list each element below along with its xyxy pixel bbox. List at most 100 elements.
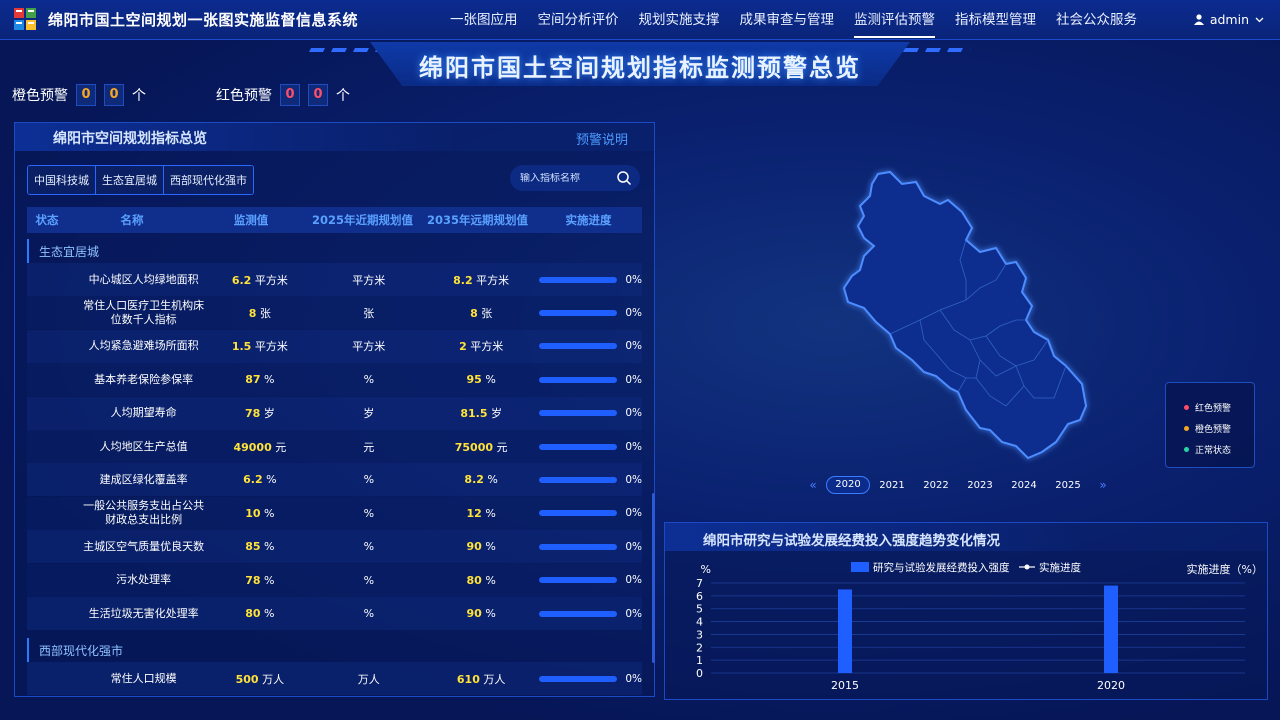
plan-2025-value: 元 xyxy=(363,440,375,454)
plan-2035-unit: 平方米 xyxy=(476,273,510,287)
scrollbar[interactable] xyxy=(652,493,655,663)
tab-tech-city[interactable]: 中国科技城 xyxy=(28,166,96,194)
plan-2035-value: 90 % xyxy=(425,540,537,553)
group-heading: 西部现代化强市 xyxy=(27,638,642,663)
chart-panel-header: 绵阳市研究与试验发展经费投入强度趋势变化情况 xyxy=(665,523,1267,551)
monitor-number: 87 xyxy=(245,373,261,387)
column-header[interactable]: 状态 xyxy=(27,212,67,228)
table-row[interactable]: 人均紧急避难场所面积 1.5 平方米 平方米 2 平方米 0% xyxy=(27,329,642,363)
progress-bar xyxy=(539,577,618,584)
city-tabs: 中国科技城 生态宜居城 西部现代化强市 xyxy=(27,165,254,195)
progress-cell: 0% xyxy=(537,441,642,453)
monitor-number: 6.2 xyxy=(243,473,263,487)
nav-item-plan-support[interactable]: 规划实施支撑 xyxy=(629,0,730,40)
column-header[interactable]: 实施进度 xyxy=(535,212,642,228)
year-item[interactable]: 2020 xyxy=(826,476,870,494)
year-item[interactable]: 2021 xyxy=(870,480,914,491)
bar xyxy=(1104,585,1118,673)
column-header[interactable]: 2025年近期规划值 xyxy=(305,212,420,228)
table-row[interactable]: 常住人口规模 500 万人 万人 610 万人 0% xyxy=(27,662,642,696)
tab-west-city[interactable]: 西部现代化强市 xyxy=(164,166,253,194)
legend-item-normal: 正常状态 xyxy=(1184,439,1254,460)
table-row[interactable]: 一般公共服务支出占公共财政总支出比例 10 %% 12 % 0% xyxy=(27,496,642,530)
orange-digit: 0 xyxy=(104,84,124,106)
year-item[interactable]: 2023 xyxy=(958,480,1002,491)
monitor-value: 85 % xyxy=(207,540,313,553)
monitor-value: 500 万人 xyxy=(207,671,313,687)
search-input[interactable] xyxy=(520,172,610,184)
plan-2035-value: 2 平方米 xyxy=(425,338,537,354)
plan-2035-number: 8.2 xyxy=(453,273,473,287)
user-menu[interactable]: admin xyxy=(1193,12,1264,27)
plan-2035-number: 90 xyxy=(466,607,482,620)
nav-item-review[interactable]: 成果审查与管理 xyxy=(730,0,845,40)
year-item[interactable]: 2022 xyxy=(914,480,958,491)
district-map[interactable] xyxy=(820,160,1110,470)
nav-item-monitoring[interactable]: 监测评估预警 xyxy=(844,0,945,40)
plan-2035-number: 80 xyxy=(466,573,482,587)
year-item[interactable]: 2024 xyxy=(1002,480,1046,491)
monitor-unit: 元 xyxy=(275,440,287,454)
orange-digit: 0 xyxy=(76,84,96,106)
monitor-unit: 张 xyxy=(259,306,271,320)
year-timeline: « 2020 2021 2022 2023 2024 2025 » xyxy=(800,474,1140,496)
table-row[interactable]: 污水处理率 78 %% 80 % 0% xyxy=(27,563,642,597)
progress-percent: 0% xyxy=(625,473,642,486)
plan-2025-value: 岁 xyxy=(363,407,375,421)
orange-dot-icon xyxy=(1184,426,1189,431)
nav-item-public-service[interactable]: 社会公众服务 xyxy=(1046,0,1147,40)
indicator-name: 生活垃圾无害化处理率 xyxy=(88,606,199,620)
nav-item-spatial-analysis[interactable]: 空间分析评价 xyxy=(528,0,629,40)
red-digit: 0 xyxy=(308,84,328,106)
chevron-left-icon[interactable]: « xyxy=(800,478,826,492)
plan-2035-unit: 平方米 xyxy=(470,340,504,354)
plan-2035-unit: % xyxy=(485,540,496,554)
progress-cell: 0% xyxy=(537,574,642,586)
table-row[interactable]: 基本养老保险参保率 87 %% 95 % 0% xyxy=(27,363,642,397)
red-unit: 个 xyxy=(336,88,350,104)
indicator-name: 污水处理率 xyxy=(116,573,172,587)
monitor-number: 10 xyxy=(245,506,261,520)
y-tick-label: 3 xyxy=(696,628,703,641)
nav-item-map-app[interactable]: 一张图应用 xyxy=(440,0,528,40)
rd-bar-chart: 01234567% 实施进度（%） 研究与试验发展经费投入强度 实施进度 2015 202… xyxy=(696,561,1263,692)
plan-2035-value: 81.5 岁 xyxy=(425,405,537,421)
nav-item-indicator-model[interactable]: 指标模型管理 xyxy=(945,0,1046,40)
monitor-number: 1.5 xyxy=(231,340,252,354)
y-tick-label: 6 xyxy=(696,590,703,603)
table-row[interactable]: 中心城区人均绿地面积 6.2 平方米 平方米 8.2 平方米 0% xyxy=(27,263,642,296)
warning-help-link[interactable]: 预警说明 xyxy=(576,129,628,148)
progress-cell: 0% xyxy=(537,507,642,519)
plan-2035-number: 75000 xyxy=(454,440,494,454)
y-tick-label: 7 xyxy=(696,577,703,590)
page-banner: 绵阳市国土空间规划指标监测预警总览 xyxy=(300,42,980,90)
table-row[interactable]: 人均期望寿命 78 岁岁 81.5 岁 0% xyxy=(27,396,642,430)
plan-2035-unit: % xyxy=(485,373,496,387)
plan-2025-value: % xyxy=(363,540,375,554)
plan-2035-unit: 张 xyxy=(481,306,493,320)
progress-percent: 0% xyxy=(625,407,642,420)
table-row[interactable]: 建成区绿化覆盖率 6.2 %% 8.2 % 0% xyxy=(27,463,642,497)
column-header[interactable]: 监测值 xyxy=(197,212,305,228)
tab-eco-city[interactable]: 生态宜居城 xyxy=(96,166,164,194)
table-row[interactable]: 常住人口医疗卫生机构床位数千人指标 8 张张8 张 0% xyxy=(27,296,642,330)
table-row[interactable]: 人均地区生产总值 49000 元元 75000 元 0% xyxy=(27,430,642,463)
progress-percent: 0% xyxy=(625,373,642,386)
plan-2035-value: 95 % xyxy=(425,373,537,386)
progress-bar xyxy=(539,410,618,417)
plan-2035-number: 8.2 xyxy=(464,473,484,487)
plan-2035-value: 8.2 % xyxy=(425,473,537,486)
chevron-right-icon[interactable]: » xyxy=(1090,478,1116,492)
table-row[interactable]: 生活垃圾无害化处理率 80 %% 90 % 0% xyxy=(27,597,642,630)
progress-percent: 0% xyxy=(625,507,642,520)
search-icon[interactable] xyxy=(616,170,632,186)
legend-label: 实施进度 xyxy=(1039,561,1081,574)
chart-panel-title: 绵阳市研究与试验发展经费投入强度趋势变化情况 xyxy=(703,533,1000,549)
panel-title: 绵阳市空间规划指标总览 xyxy=(53,131,207,147)
monitor-value: 6.2 平方米 xyxy=(207,272,313,288)
progress-percent: 0% xyxy=(625,306,642,319)
column-header[interactable]: 2035年远期规划值 xyxy=(420,212,535,228)
column-header[interactable]: 名称 xyxy=(67,212,197,228)
table-row[interactable]: 主城区空气质量优良天数 85 %% 90 % 0% xyxy=(27,530,642,564)
year-item[interactable]: 2025 xyxy=(1046,480,1090,491)
